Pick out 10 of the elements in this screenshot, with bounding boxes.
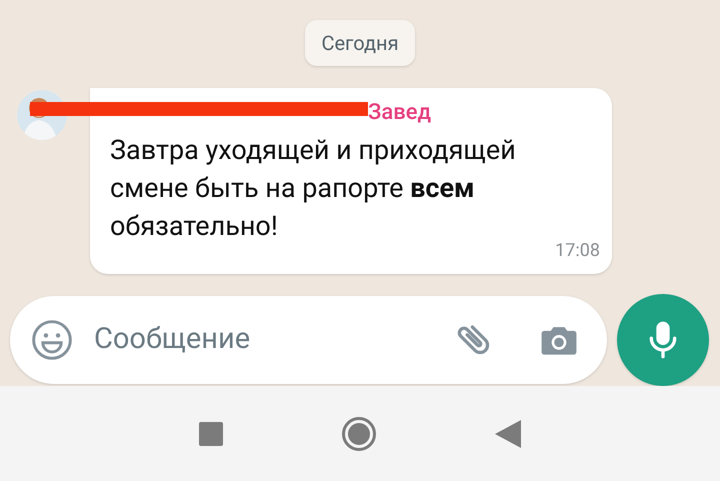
message-time: 17:08 (555, 239, 600, 263)
date-label: Сегодня (305, 20, 415, 66)
emoji-icon[interactable] (30, 318, 74, 362)
sender-name: Завед (368, 99, 432, 127)
message-field[interactable]: Сообщение (10, 296, 607, 384)
recents-icon[interactable] (199, 422, 223, 446)
home-icon[interactable] (341, 416, 377, 452)
back-icon[interactable] (495, 420, 521, 448)
message-input[interactable]: Сообщение (94, 318, 453, 362)
message-text: Завтра уходящей и приходящей смене быть на рапорте всем обязательно! (110, 133, 517, 244)
